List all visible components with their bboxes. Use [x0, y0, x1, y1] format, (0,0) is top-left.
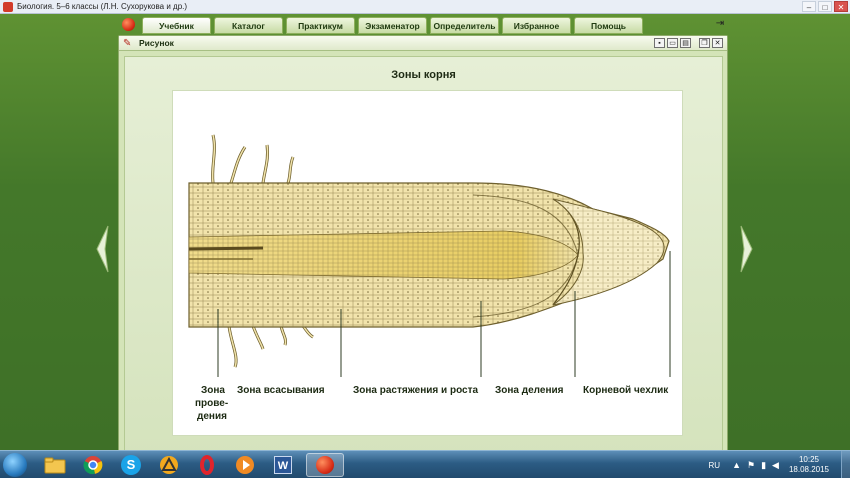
taskbar-explorer[interactable] — [38, 453, 72, 477]
window-title: Биология. 5–6 классы (Л.Н. Сухорукова и … — [17, 2, 188, 11]
skype-icon: S — [121, 455, 141, 475]
clock-time: 10:25 — [798, 455, 819, 464]
chevron-left-icon — [96, 225, 109, 273]
figure-title: Зоны корня — [391, 69, 456, 81]
close-button[interactable]: ✕ — [834, 1, 848, 12]
window-controls: – □ ✕ — [802, 1, 848, 12]
pencil-icon: ✎ — [123, 38, 132, 49]
triangle-app-icon — [160, 456, 178, 474]
label-conduction-2: прове- — [195, 398, 228, 409]
taskbar-chrome[interactable] — [76, 453, 110, 477]
restore-icon[interactable]: ❐ — [699, 38, 710, 48]
taskbar-skype[interactable]: S — [114, 453, 148, 477]
save-icon[interactable]: ▪ — [654, 38, 665, 48]
volume-icon[interactable]: ◀ — [772, 460, 779, 471]
root-illustration: Зона прове- дения Зона всасывания Зона р… — [188, 134, 671, 422]
tray-icons: ▲ ⚑ ▮ ◀ — [732, 460, 779, 471]
panel-header: ✎ Рисунок ▪ ▭ ▤ ❐ ✕ — [119, 36, 727, 51]
root-figure: Зона прове- дения Зона всасывания Зона р… — [172, 90, 683, 436]
tab-identifier[interactable]: Определитель — [430, 17, 499, 34]
clock[interactable]: 10:25 18.08.2015 — [789, 455, 829, 475]
taskbar: S W RU ▲ ⚑ ▮ ◀ 10:25 18.08.2015 — [0, 450, 850, 478]
minimize-button[interactable]: – — [802, 1, 816, 12]
tab-examiner[interactable]: Экзаменатор — [358, 17, 427, 34]
app-icon — [3, 1, 13, 12]
panel-buttons: ▪ ▭ ▤ ❐ ✕ — [654, 38, 723, 48]
panel-content: Зоны корня Зона прове- дения Зона всасыв… — [124, 56, 723, 456]
taskbar-biology-app[interactable] — [306, 453, 344, 477]
taskbar-triangle-app[interactable] — [152, 453, 186, 477]
show-desktop-button[interactable] — [841, 451, 850, 478]
bookmark-icon[interactable]: ▤ — [680, 38, 691, 48]
app-frame: Учебник Каталог Практикум Экзаменатор Оп… — [0, 14, 850, 463]
panel-close-icon[interactable]: ✕ — [712, 38, 723, 48]
main-tabs: Учебник Каталог Практикум Экзаменатор Оп… — [142, 17, 643, 34]
chrome-icon — [83, 456, 103, 475]
label-division-zone: Зона деления — [495, 385, 564, 396]
system-tray: RU ▲ ⚑ ▮ ◀ 10:25 18.08.2015 — [709, 451, 850, 478]
tab-catalog[interactable]: Каталог — [214, 17, 283, 34]
maximize-button[interactable]: □ — [818, 1, 832, 12]
folder-icon — [44, 457, 66, 474]
tomato-logo-icon[interactable] — [122, 18, 135, 31]
tab-practicum[interactable]: Практикум — [286, 17, 355, 34]
print-icon[interactable]: ▭ — [667, 38, 678, 48]
prev-arrow-button[interactable] — [95, 224, 109, 274]
chevron-right-icon — [740, 225, 753, 273]
clock-date: 18.08.2015 — [788, 465, 829, 474]
figure-panel: ✎ Рисунок ▪ ▭ ▤ ❐ ✕ Зоны корня Зона пров… — [118, 35, 728, 463]
tab-favorites[interactable]: Избранное — [502, 17, 571, 34]
label-conduction-3: дения — [197, 411, 227, 422]
start-button[interactable] — [3, 453, 27, 477]
word-icon: W — [274, 456, 292, 474]
flag-icon[interactable]: ⚑ — [747, 460, 755, 471]
expand-tray-icon[interactable]: ▲ — [732, 460, 741, 471]
label-root-cap: Корневой чехлик — [583, 385, 669, 396]
language-indicator[interactable]: RU — [709, 461, 721, 470]
taskbar-opera[interactable] — [190, 453, 224, 477]
tomato-icon — [316, 456, 334, 474]
exit-icon[interactable]: ⇥ — [712, 17, 728, 31]
tab-textbook[interactable]: Учебник — [142, 17, 211, 34]
next-arrow-button[interactable] — [740, 224, 754, 274]
label-absorption-zone: Зона всасывания — [237, 385, 325, 396]
panel-title: Рисунок — [139, 38, 174, 48]
label-conduction-1: Зона — [201, 385, 225, 396]
network-icon[interactable]: ▮ — [761, 460, 766, 471]
tab-help[interactable]: Помощь — [574, 17, 643, 34]
label-elongation-zone: Зона растяжения и роста — [353, 385, 479, 396]
play-icon — [236, 456, 254, 474]
taskbar-media-player[interactable] — [228, 453, 262, 477]
taskbar-word[interactable]: W — [266, 453, 300, 477]
window-titlebar: Биология. 5–6 классы (Л.Н. Сухорукова и … — [0, 0, 850, 14]
opera-icon — [200, 455, 214, 475]
